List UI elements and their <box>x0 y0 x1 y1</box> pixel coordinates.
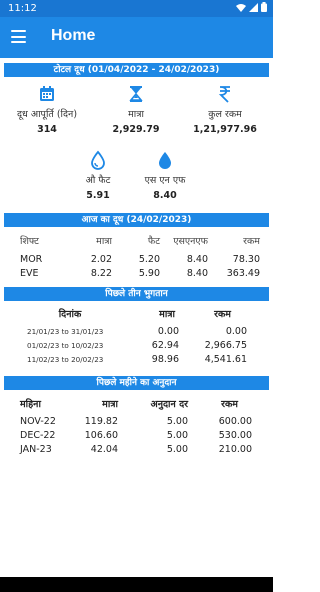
table-row: 21/01/23 to 31/01/23 0.00 0.00 <box>27 324 247 338</box>
stat-avg-fat-label: औ फैट <box>85 175 111 186</box>
status-icons <box>236 2 267 12</box>
drop-outline-icon <box>91 150 105 170</box>
cell: 0.00 <box>157 325 179 337</box>
grant-heading: पिछले महीने का अनुदान <box>4 376 269 390</box>
table-header: महिना मात्रा अनुदान दर रकम <box>20 396 252 410</box>
cell: 62.94 <box>151 339 179 351</box>
cell: 210.00 <box>218 443 252 455</box>
cell: 2,966.75 <box>204 339 247 351</box>
app-bar: Home <box>0 17 273 58</box>
col-shift: शिफ्ट <box>20 235 39 247</box>
cell: 119.82 <box>84 415 118 427</box>
table-header: दिनांक मात्रा रकम <box>27 306 247 320</box>
col-grant-rate: अनुदान दर <box>150 398 188 410</box>
stat-supply-days: दूध आपूर्ति (दिन) 314 <box>12 84 82 135</box>
cell: DEC-22 <box>20 429 56 441</box>
stat-snf-label: एस एन एफ <box>144 175 186 186</box>
cell: 01/02/23 to 10/02/23 <box>27 340 104 350</box>
system-nav-bar <box>0 577 273 592</box>
wifi-icon <box>236 3 246 12</box>
payments-table: दिनांक मात्रा रकम 21/01/23 to 31/01/23 0… <box>27 306 247 366</box>
table-row: EVE 8.22 5.90 8.40 363.49 <box>20 266 260 280</box>
cell: 5.20 <box>138 253 160 265</box>
cell: JAN-23 <box>20 443 52 455</box>
table-row: MOR 2.02 5.20 8.40 78.30 <box>20 252 260 266</box>
total-milk-heading: टोटल दूध (01/04/2022 - 24/02/2023) <box>4 63 269 77</box>
status-time: 11:12 <box>8 3 37 14</box>
rupee-icon <box>218 86 230 103</box>
cell: 21/01/23 to 31/01/23 <box>27 326 104 336</box>
cell: 78.30 <box>232 253 260 265</box>
cell: 530.00 <box>218 429 252 441</box>
cell: 0.00 <box>225 325 247 337</box>
cell: 600.00 <box>218 415 252 427</box>
col-snf: एसएनएफ <box>173 235 208 247</box>
stat-avg-fat: औ फैट 5.91 <box>63 150 133 201</box>
cell: 363.49 <box>226 267 260 279</box>
cell: EVE <box>20 267 39 279</box>
cell: 4,541.61 <box>204 353 247 365</box>
stat-supply-days-value: 314 <box>37 124 57 135</box>
col-date: दिनांक <box>58 308 82 320</box>
col-amount: रकम <box>243 235 260 247</box>
cell: 106.60 <box>84 429 118 441</box>
stat-total-amount: कुल रकम 1,21,977.96 <box>190 84 260 135</box>
cell: 5.90 <box>138 267 160 279</box>
hourglass-icon <box>129 86 143 102</box>
today-milk-table: शिफ्ट मात्रा फैट एसएनएफ रकम MOR 2.02 5.2… <box>20 233 260 280</box>
cell: MOR <box>20 253 43 265</box>
stat-quantity: मात्रा 2,929.79 <box>101 84 171 135</box>
table-row: NOV-22 119.82 5.00 600.00 <box>20 414 252 428</box>
cell: 2.02 <box>90 253 112 265</box>
page-title: Home <box>51 27 96 44</box>
battery-icon <box>261 2 267 12</box>
col-amount: रकम <box>214 308 231 320</box>
col-quantity: मात्रा <box>96 235 112 247</box>
stat-avg-fat-value: 5.91 <box>86 190 110 201</box>
calendar-icon <box>40 86 54 101</box>
table-row: DEC-22 106.60 5.00 530.00 <box>20 428 252 442</box>
cell: 11/02/23 to 20/02/23 <box>27 354 104 364</box>
cell: 98.96 <box>151 353 179 365</box>
stat-quantity-value: 2,929.79 <box>112 124 160 135</box>
col-fat: फैट <box>147 235 160 247</box>
cell: 8.40 <box>186 267 208 279</box>
stat-supply-days-label: दूध आपूर्ति (दिन) <box>16 109 78 120</box>
cell: 5.00 <box>166 415 188 427</box>
table-row: 11/02/23 to 20/02/23 98.96 4,541.61 <box>27 352 247 366</box>
today-milk-heading: आज का दूध (24/02/2023) <box>4 213 269 227</box>
cell: 8.22 <box>90 267 112 279</box>
grant-table: महिना मात्रा अनुदान दर रकम NOV-22 119.82… <box>20 396 252 456</box>
stat-snf: एस एन एफ 8.40 <box>130 150 200 201</box>
col-month: महिना <box>20 398 41 410</box>
stat-total-amount-value: 1,21,977.96 <box>193 124 257 135</box>
col-quantity: मात्रा <box>159 308 175 320</box>
cell: 5.00 <box>166 429 188 441</box>
stat-snf-value: 8.40 <box>153 190 177 201</box>
payments-heading: पिछले तीन भुगतान <box>4 287 269 301</box>
table-header: शिफ्ट मात्रा फैट एसएनएफ रकम <box>20 233 260 247</box>
cell: 42.04 <box>90 443 118 455</box>
col-quantity: मात्रा <box>102 398 118 410</box>
status-bar: 11:12 <box>0 0 273 17</box>
table-row: 01/02/23 to 10/02/23 62.94 2,966.75 <box>27 338 247 352</box>
drop-filled-icon <box>159 152 171 169</box>
cell: 8.40 <box>186 253 208 265</box>
menu-icon[interactable] <box>11 30 26 43</box>
stat-quantity-label: मात्रा <box>128 109 144 120</box>
stat-total-amount-label: कुल रकम <box>208 109 242 120</box>
signal-icon <box>249 2 258 12</box>
cell: NOV-22 <box>20 415 56 427</box>
table-row: JAN-23 42.04 5.00 210.00 <box>20 442 252 456</box>
col-amount: रकम <box>221 398 238 410</box>
cell: 5.00 <box>166 443 188 455</box>
